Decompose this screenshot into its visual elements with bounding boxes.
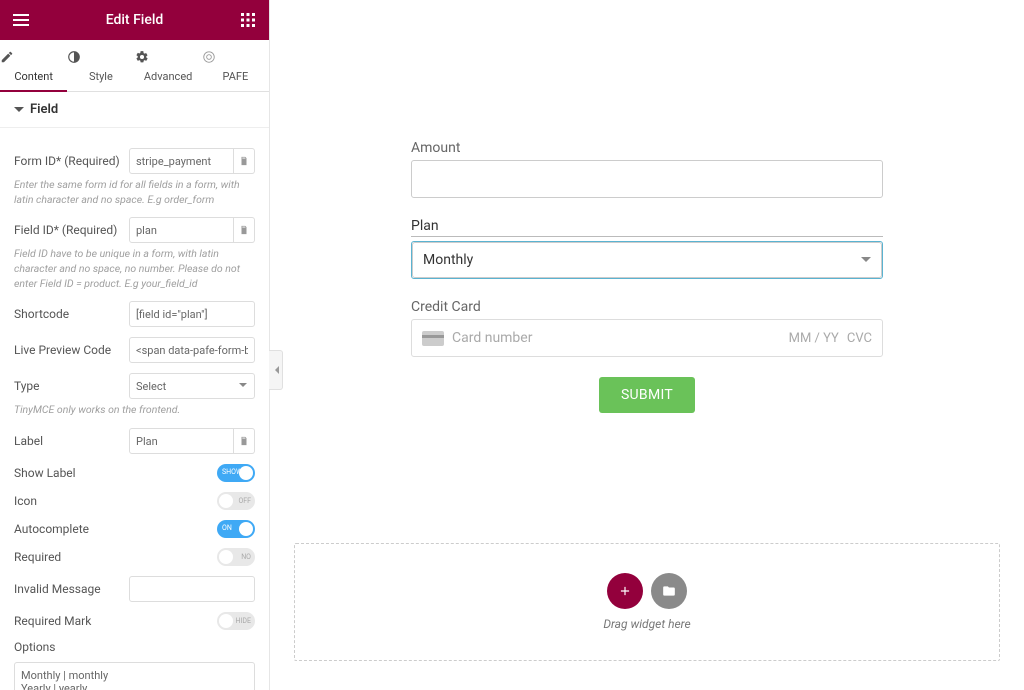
contrast-icon [67, 50, 134, 66]
preview-canvas: Amount Plan Monthly Credit Card Card num… [270, 0, 1024, 690]
required-mark-label: Required Mark [14, 614, 217, 628]
submit-button[interactable]: SUBMIT [599, 377, 695, 413]
field-panel: Form ID* (Required) Enter the same form … [0, 128, 269, 690]
invalid-message-input[interactable] [129, 576, 255, 602]
icon-label: Icon [14, 494, 217, 508]
cc-input-row[interactable]: Card number MM / YY CVC [411, 319, 883, 357]
cc-cvc-placeholder: CVC [847, 331, 872, 346]
gear-icon [135, 50, 202, 66]
cc-number-placeholder: Card number [452, 330, 781, 346]
required-label: Required [14, 550, 217, 564]
chevron-down-icon [861, 257, 871, 267]
tab-style[interactable]: Style [67, 40, 134, 91]
label-label: Label [14, 434, 129, 448]
drop-zone[interactable]: Drag widget here [294, 543, 1000, 661]
field-id-dynamic-icon[interactable] [234, 217, 255, 243]
field-id-input[interactable] [129, 217, 234, 243]
template-folder-button[interactable] [651, 573, 687, 609]
form-id-label: Form ID* (Required) [14, 154, 129, 168]
type-help: TinyMCE only works on the frontend. [14, 403, 255, 418]
cc-label: Credit Card [411, 299, 883, 315]
plan-field[interactable]: Plan Monthly [411, 218, 883, 279]
plan-label: Plan [411, 218, 883, 237]
shortcode-input[interactable] [129, 301, 255, 327]
form-preview: Amount Plan Monthly Credit Card Card num… [411, 140, 883, 413]
hamburger-icon[interactable] [12, 11, 30, 29]
autocomplete-toggle[interactable]: ON [217, 520, 255, 538]
apps-icon[interactable] [239, 11, 257, 29]
required-mark-toggle[interactable]: HIDE [217, 612, 255, 630]
shortcode-label: Shortcode [14, 307, 129, 321]
add-widget-button[interactable] [607, 573, 643, 609]
tabs: Content Style Advanced PAFE [0, 40, 269, 92]
field-id-label: Field ID* (Required) [14, 223, 129, 237]
form-id-help: Enter the same form id for all fields in… [14, 178, 255, 207]
label-input[interactable] [129, 428, 234, 454]
drop-zone-text: Drag widget here [603, 617, 690, 631]
caret-down-icon [14, 107, 24, 117]
show-label-toggle[interactable]: SHOW [217, 464, 255, 482]
sidebar: Edit Field Content Style Advanced PAFE F… [0, 0, 270, 690]
tab-pafe[interactable]: PAFE [202, 40, 269, 91]
field-id-help: Field ID have to be unique in a form, wi… [14, 247, 255, 291]
collapse-sidebar-icon[interactable] [269, 350, 283, 390]
cc-expiry-placeholder: MM / YY [789, 331, 839, 346]
options-label: Options [14, 640, 255, 654]
amount-field[interactable]: Amount [411, 140, 883, 198]
form-id-input[interactable] [129, 148, 234, 174]
form-id-dynamic-icon[interactable] [234, 148, 255, 174]
type-label: Type [14, 379, 129, 393]
amount-input[interactable] [411, 160, 883, 198]
card-icon [422, 331, 444, 346]
required-toggle[interactable]: NO [217, 548, 255, 566]
label-dynamic-icon[interactable] [234, 428, 255, 454]
amount-label: Amount [411, 140, 883, 156]
section-field-toggle[interactable]: Field [0, 92, 269, 128]
autocomplete-label: Autocomplete [14, 522, 217, 536]
type-select[interactable]: Select [129, 373, 255, 399]
live-preview-input[interactable] [129, 337, 255, 363]
icon-toggle[interactable]: OFF [217, 492, 255, 510]
cc-field[interactable]: Credit Card Card number MM / YY CVC [411, 299, 883, 357]
panel-title: Edit Field [106, 12, 164, 28]
options-textarea[interactable]: Monthly | monthly Yearly | yearly [14, 662, 255, 690]
tab-advanced[interactable]: Advanced [135, 40, 202, 91]
tab-content[interactable]: Content [0, 40, 67, 91]
sidebar-header: Edit Field [0, 0, 269, 40]
pafe-icon [202, 50, 269, 66]
show-label-label: Show Label [14, 466, 217, 480]
plan-select[interactable]: Monthly [412, 242, 882, 278]
live-preview-label: Live Preview Code [14, 343, 129, 357]
pencil-icon [0, 50, 67, 66]
invalid-message-label: Invalid Message [14, 582, 129, 596]
